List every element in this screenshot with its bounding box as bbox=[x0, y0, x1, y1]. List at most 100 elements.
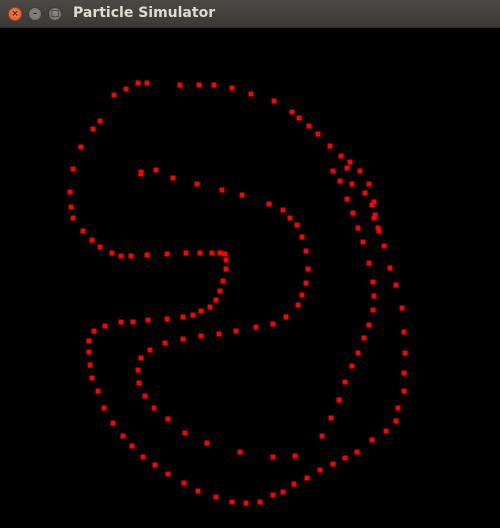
particle-135 bbox=[342, 379, 348, 385]
particle-39 bbox=[95, 388, 101, 394]
particle-56 bbox=[304, 475, 310, 481]
particle-78 bbox=[347, 159, 353, 165]
particle-115 bbox=[233, 328, 239, 334]
particle-136 bbox=[349, 363, 355, 369]
particle-79 bbox=[338, 153, 344, 159]
particle-83 bbox=[296, 115, 302, 121]
particle-138 bbox=[361, 335, 367, 341]
particle-4 bbox=[67, 189, 73, 195]
particle-77 bbox=[357, 168, 363, 174]
maximize-icon[interactable]: □ bbox=[48, 7, 62, 21]
particle-24 bbox=[213, 297, 219, 303]
particle-52 bbox=[257, 499, 263, 505]
particle-64 bbox=[395, 405, 401, 411]
particle-14 bbox=[164, 251, 170, 257]
particle-26 bbox=[198, 308, 204, 314]
particle-127 bbox=[182, 430, 188, 436]
particle-139 bbox=[366, 322, 372, 328]
particle-112 bbox=[283, 314, 289, 320]
particle-149 bbox=[330, 168, 336, 174]
particle-23 bbox=[217, 288, 223, 294]
particle-53 bbox=[270, 492, 276, 498]
particle-117 bbox=[198, 333, 204, 339]
particle-71 bbox=[387, 265, 393, 271]
particle-120 bbox=[147, 347, 153, 353]
particle-8 bbox=[89, 237, 95, 243]
particle-46 bbox=[165, 471, 171, 477]
particle-0 bbox=[97, 118, 103, 124]
particle-41 bbox=[110, 420, 116, 426]
particle-130 bbox=[270, 454, 276, 460]
particle-152 bbox=[362, 190, 368, 196]
particle-129 bbox=[237, 449, 243, 455]
particle-101 bbox=[239, 192, 245, 198]
particle-68 bbox=[401, 329, 407, 335]
window-title: Particle Simulator bbox=[73, 5, 216, 21]
minimize-icon[interactable]: – bbox=[28, 7, 42, 21]
particle-87 bbox=[229, 85, 235, 91]
particle-30 bbox=[145, 317, 151, 323]
particle-102 bbox=[266, 201, 272, 207]
particle-60 bbox=[354, 449, 360, 455]
window-titlebar[interactable]: × – □ Particle Simulator bbox=[0, 0, 500, 28]
canvas-background bbox=[0, 28, 500, 528]
particle-85 bbox=[271, 98, 277, 104]
particle-42 bbox=[120, 433, 126, 439]
particle-11 bbox=[118, 253, 124, 259]
particle-65 bbox=[401, 388, 407, 394]
particle-58 bbox=[330, 461, 336, 467]
particle-6 bbox=[70, 215, 76, 221]
particle-97 bbox=[153, 167, 159, 173]
particle-125 bbox=[151, 405, 157, 411]
particle-107 bbox=[303, 248, 309, 254]
particle-70 bbox=[393, 282, 399, 288]
particle-67 bbox=[402, 350, 408, 356]
particle-25 bbox=[207, 304, 213, 310]
particle-7 bbox=[80, 228, 86, 234]
particle-111 bbox=[295, 302, 301, 308]
particle-128 bbox=[204, 440, 210, 446]
particle-133 bbox=[328, 415, 334, 421]
particle-143 bbox=[366, 260, 372, 266]
particle-9 bbox=[97, 244, 103, 250]
particle-49 bbox=[213, 494, 219, 500]
particle-99 bbox=[194, 181, 200, 187]
particle-44 bbox=[140, 454, 146, 460]
particle-35 bbox=[86, 338, 92, 344]
particle-148 bbox=[337, 178, 343, 184]
particle-51 bbox=[243, 500, 249, 506]
particle-118 bbox=[180, 336, 186, 342]
particle-3 bbox=[70, 166, 76, 172]
particle-1 bbox=[90, 126, 96, 132]
particle-104 bbox=[287, 215, 293, 221]
particle-142 bbox=[370, 279, 376, 285]
particle-153 bbox=[369, 202, 375, 208]
particle-94 bbox=[111, 92, 117, 98]
particle-103 bbox=[280, 207, 286, 213]
particle-89 bbox=[196, 82, 202, 88]
particle-13 bbox=[144, 252, 150, 258]
particle-63 bbox=[393, 418, 399, 424]
particle-114 bbox=[253, 324, 259, 330]
particle-72 bbox=[381, 243, 387, 249]
particle-48 bbox=[195, 488, 201, 494]
particle-19 bbox=[222, 251, 228, 257]
particle-144 bbox=[360, 239, 366, 245]
particle-12 bbox=[128, 253, 134, 259]
particle-123 bbox=[136, 380, 142, 386]
particle-84 bbox=[289, 109, 295, 115]
particle-90 bbox=[177, 82, 183, 88]
particle-108 bbox=[305, 266, 311, 272]
particle-145 bbox=[355, 225, 361, 231]
particle-146 bbox=[350, 210, 356, 216]
particle-36 bbox=[86, 349, 92, 355]
particle-131 bbox=[292, 453, 298, 459]
particle-88 bbox=[211, 82, 217, 88]
particle-124 bbox=[142, 393, 148, 399]
particle-10 bbox=[109, 250, 115, 256]
close-icon[interactable]: × bbox=[8, 7, 22, 21]
particle-62 bbox=[383, 428, 389, 434]
particle-122 bbox=[135, 367, 141, 373]
particle-141 bbox=[371, 293, 377, 299]
particle-20 bbox=[223, 257, 229, 263]
